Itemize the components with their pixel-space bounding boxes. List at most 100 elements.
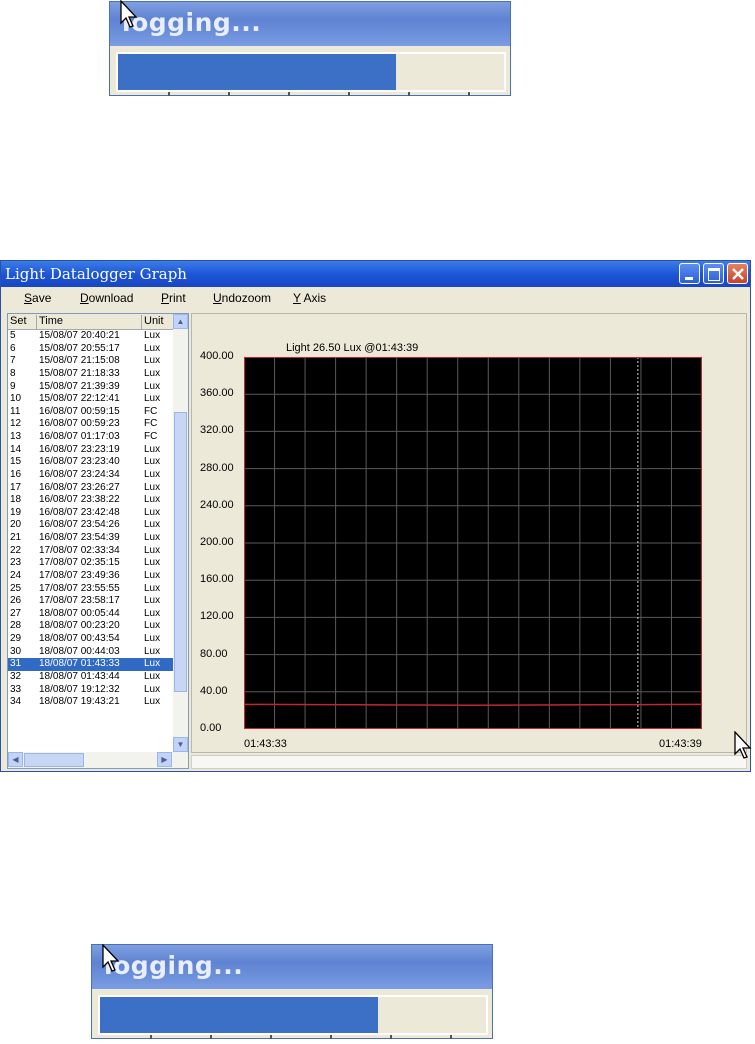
scroll-left-arrow-icon[interactable]: ◀ [8,752,23,767]
table-row[interactable]: 6 15/08/07 20:55:17 Lux [8,343,174,356]
maximize-button[interactable] [703,263,724,284]
cell-unit: Lux [144,481,161,493]
table-row[interactable]: 24 17/08/07 23:49:36 Lux [8,570,174,583]
table-row[interactable]: 22 17/08/07 02:33:34 Lux [8,545,174,558]
cell-time: 15/08/07 22:12:41 [39,393,120,405]
cell-time: 16/08/07 23:23:40 [39,456,120,468]
cell-time: 15/08/07 20:55:17 [39,342,120,354]
table-row[interactable]: 7 15/08/07 21:15:08 Lux [8,355,174,368]
menu-bar: Save Download Print Undozoom Y Axis [1,287,750,309]
cell-set: 9 [10,380,16,392]
table-row[interactable]: 18 16/08/07 23:38:22 Lux [8,494,174,507]
table-row[interactable]: 14 16/08/07 23:23:19 Lux [8,444,174,457]
cell-time: 17/08/07 23:58:17 [39,595,120,607]
list-horizontal-thumb[interactable] [24,753,84,767]
y-tick-label: 280.00 [200,461,234,474]
column-header-set[interactable]: Set [8,315,37,329]
cell-time: 18/08/07 00:05:44 [39,607,120,619]
table-row[interactable]: 26 17/08/07 23:58:17 Lux [8,595,174,608]
cell-time: 16/08/07 00:59:23 [39,418,120,430]
cell-set: 13 [10,431,22,442]
mouse-pointer-icon [102,944,120,972]
list-horizontal-scrollbar[interactable]: ◀ ▶ [8,752,188,768]
table-row[interactable]: 25 17/08/07 23:55:55 Lux [8,583,174,596]
menu-download[interactable]: Download [80,291,133,305]
cell-set: 28 [10,620,22,632]
table-row[interactable]: 10 15/08/07 22:12:41 Lux [8,393,174,406]
menu-print[interactable]: Print [161,291,186,305]
y-tick-label: 120.00 [200,610,234,623]
cell-time: 18/08/07 00:23:20 [39,620,120,632]
cell-set: 14 [10,443,22,455]
cell-unit: Lux [144,367,161,379]
cell-time: 16/08/07 23:24:34 [39,468,120,480]
cell-unit: Lux [144,670,161,682]
table-row[interactable]: 27 18/08/07 00:05:44 Lux [8,608,174,621]
cell-time: 16/08/07 01:17:03 [39,431,120,442]
table-row[interactable]: 20 16/08/07 23:54:26 Lux [8,519,174,532]
scroll-down-arrow-icon[interactable]: ▼ [173,737,188,752]
graph-readout: Light 26.50 Lux @01:43:39 [286,342,419,354]
logging-progress-fill [118,54,396,90]
column-header-unit[interactable]: Unit [142,315,174,329]
scroll-right-arrow-icon[interactable]: ▶ [157,752,172,767]
table-row[interactable]: 30 18/08/07 00:44:03 Lux [8,646,174,659]
cell-unit: Lux [144,330,161,341]
table-row[interactable]: 33 18/08/07 19:12:32 Lux [8,684,174,697]
menu-y-axis[interactable]: Y Axis [293,291,326,305]
cell-unit: Lux [144,468,161,480]
table-row[interactable]: 9 15/08/07 21:39:39 Lux [8,381,174,394]
light-chart[interactable] [244,357,702,729]
table-row[interactable]: 8 15/08/07 21:18:33 Lux [8,368,174,381]
y-tick-label: 360.00 [200,387,234,400]
logging-progress-bar [116,52,506,92]
mouse-pointer-icon [734,731,752,759]
cell-set: 11 [10,405,21,417]
table-row[interactable]: 28 18/08/07 00:23:20 Lux [8,620,174,633]
cell-unit: Lux [144,544,161,556]
table-row[interactable]: 19 16/08/07 23:42:48 Lux [8,507,174,520]
title-bar[interactable]: Light Datalogger Graph [1,261,750,287]
minimize-button[interactable] [679,263,700,284]
cell-time: 16/08/07 23:23:19 [39,443,120,455]
cell-unit: Lux [144,620,161,632]
window-title: Light Datalogger Graph [5,265,187,283]
column-header-time[interactable]: Time [37,315,142,329]
cell-set: 16 [10,468,22,480]
dataset-list[interactable]: Set Time Unit 5 15/08/07 20:40:21 Lux 6 15/0… [7,313,189,769]
table-row[interactable]: 15 16/08/07 23:23:40 Lux [8,456,174,469]
cell-time: 16/08/07 00:59:15 [39,405,120,417]
graph-horizontal-scrollbar[interactable] [191,755,747,769]
table-row[interactable]: 23 17/08/07 02:35:15 Lux [8,557,174,570]
scroll-up-arrow-icon[interactable]: ▲ [173,314,188,329]
menu-save[interactable]: Save [24,291,51,305]
table-row[interactable]: 34 18/08/07 19:43:21 Lux [8,696,174,709]
table-row[interactable]: 13 16/08/07 01:17:03 FC [8,431,174,444]
table-row[interactable]: 32 18/08/07 01:43:44 Lux [8,671,174,684]
cell-set: 8 [10,367,16,379]
list-vertical-scrollbar[interactable]: ▲ ▼ [173,314,188,752]
menu-undozoom[interactable]: Undozoom [213,291,271,305]
table-row[interactable]: 17 16/08/07 23:26:27 Lux [8,482,174,495]
mouse-pointer-icon [120,0,138,28]
cell-set: 19 [10,506,22,518]
table-row[interactable]: 21 16/08/07 23:54:39 Lux [8,532,174,545]
y-tick-label: 0.00 [200,722,222,734]
table-row[interactable]: 12 16/08/07 00:59:23 FC [8,418,174,431]
cell-time: 16/08/07 23:54:39 [39,532,120,543]
cell-set: 17 [10,481,22,493]
list-vertical-thumb[interactable] [174,412,187,692]
cell-set: 22 [10,544,22,556]
table-row[interactable]: 31 18/08/07 01:43:33 Lux [8,658,174,671]
close-button[interactable] [727,263,748,284]
table-row[interactable]: 16 16/08/07 23:24:34 Lux [8,469,174,482]
cell-unit: Lux [144,532,161,543]
cell-time: 16/08/07 23:26:27 [39,481,120,493]
table-row[interactable]: 11 16/08/07 00:59:15 FC [8,406,174,419]
table-row[interactable]: 29 18/08/07 00:43:54 Lux [8,633,174,646]
table-row[interactable]: 5 15/08/07 20:40:21 Lux [8,330,174,343]
cell-time: 17/08/07 23:55:55 [39,582,120,594]
cell-unit: FC [144,431,158,442]
cell-unit: Lux [144,582,161,594]
cell-time: 18/08/07 01:43:44 [39,670,120,682]
